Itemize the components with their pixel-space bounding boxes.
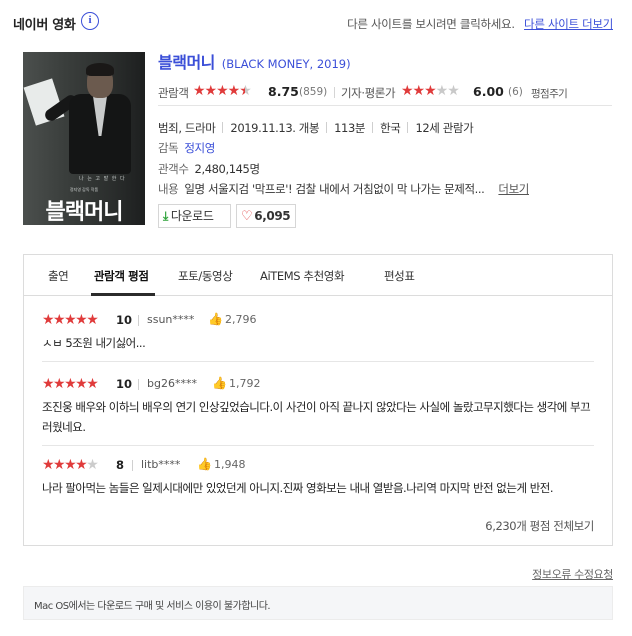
tab-cast[interactable]: 출연 bbox=[48, 268, 69, 284]
separator bbox=[326, 122, 328, 133]
separator bbox=[138, 315, 139, 326]
audience-rating-label: 관람객 bbox=[158, 86, 189, 100]
audience-count: (859) bbox=[299, 86, 328, 98]
review-text: 나라 팔아먹는 놈들은 일제시대에만 있었던게 아니지.진짜 영화보는 내내 열… bbox=[42, 481, 554, 495]
audience-stars: ★★★★★ bbox=[193, 83, 252, 99]
runtime: 113분 bbox=[334, 121, 366, 135]
review-header: ★★★★★ 8 litb**** 👍 1,948 bbox=[42, 457, 594, 474]
review-item: ★★★★★ 10 ssun**** 👍 2,796 ㅅㅂ 5조원 내기싫어... bbox=[42, 312, 594, 353]
review-likes: 2,796 bbox=[225, 313, 257, 326]
review-user: litb**** bbox=[141, 458, 181, 471]
review-score: 8 bbox=[116, 458, 125, 472]
rating-separator bbox=[334, 87, 335, 98]
top-bar: 네이버 영화 i 다른 사이트를 보시려면 클릭하세요. 다른 사이트 더보기 bbox=[13, 12, 613, 34]
separator bbox=[222, 122, 224, 133]
attendance-row: 관객수 2,480,145명 bbox=[158, 161, 260, 177]
poster-label: 정지영 감독 작품 bbox=[69, 187, 99, 192]
other-site-prompt: 다른 사이트를 보시려면 클릭하세요. 다른 사이트 더보기 bbox=[347, 16, 613, 32]
movie-title-row: 블랙머니 (BLACK MONEY, 2019) bbox=[158, 49, 351, 73]
critic-score: 6.00 bbox=[473, 84, 504, 99]
movie-subtitle: (BLACK MONEY, 2019) bbox=[221, 57, 351, 71]
review-panel: 출연 관람객 평점 포토/동영상 AiTEMS 추천영화 편성표 ★★★★★ 1… bbox=[23, 254, 613, 546]
separator bbox=[138, 379, 139, 390]
poster-hair bbox=[86, 63, 114, 76]
tab-audience-reviews[interactable]: 관람객 평점 bbox=[94, 268, 149, 284]
thumbs-up-icon[interactable]: 👍 bbox=[208, 312, 223, 326]
notice-bar: Mac OS에서는 다운로드 구매 및 서비스 이용이 불가합니다. bbox=[23, 586, 613, 620]
info-icon[interactable]: i bbox=[81, 12, 99, 30]
brand-title[interactable]: 네이버 영화 bbox=[13, 14, 76, 33]
poster-tagline: 나 는 고 발 한 다 bbox=[79, 176, 126, 182]
attendance-label: 관객수 bbox=[158, 162, 189, 176]
movie-title[interactable]: 블랙머니 bbox=[158, 53, 215, 72]
audience-score: 8.75 bbox=[268, 84, 299, 99]
genre[interactable]: 범죄, 드라마 bbox=[158, 121, 216, 135]
tab-bar: 출연 관람객 평점 포토/동영상 AiTEMS 추천영화 편성표 bbox=[24, 255, 612, 296]
review-likes: 1,792 bbox=[229, 377, 261, 390]
director-row: 감독 정지영 bbox=[158, 140, 215, 156]
director-label: 감독 bbox=[158, 141, 179, 155]
separator bbox=[132, 460, 133, 471]
review-item: ★★★★★ 10 bg26**** 👍 1,792 조진웅 배우와 이하늬 배우… bbox=[42, 376, 594, 437]
country[interactable]: 한국 bbox=[380, 121, 401, 135]
movie-poster[interactable]: 나 는 고 발 한 다 정지영 감독 작품 블랙머니 bbox=[23, 52, 145, 225]
review-header: ★★★★★ 10 ssun**** 👍 2,796 bbox=[42, 312, 594, 329]
like-button[interactable]: ♡ 6,095 bbox=[236, 204, 296, 228]
movie-info-row: 범죄, 드라마 2019.11.13. 개봉 113분 한국 12세 관람가 bbox=[158, 120, 474, 136]
review-divider bbox=[42, 445, 594, 446]
tab-aitems[interactable]: AiTEMS 추천영화 bbox=[260, 268, 345, 284]
tab-photo-video[interactable]: 포토/동영상 bbox=[178, 268, 233, 284]
download-label: 다운로드 bbox=[170, 209, 214, 223]
review-stars: ★★★★★ bbox=[42, 457, 99, 473]
download-icon: ⤓ bbox=[163, 209, 168, 223]
all-reviews-link[interactable]: 6,230개 평점 전체보기 bbox=[485, 518, 594, 534]
heart-icon: ♡ bbox=[241, 209, 253, 224]
review-text: ㅅㅂ 5조원 내기싫어... bbox=[42, 336, 146, 350]
synopsis-more-link[interactable]: 더보기 bbox=[498, 182, 529, 196]
rating-divider bbox=[158, 105, 612, 106]
review-header: ★★★★★ 10 bg26**** 👍 1,792 bbox=[42, 376, 594, 393]
tab-schedule[interactable]: 편성표 bbox=[384, 268, 415, 284]
active-tab-indicator bbox=[91, 293, 155, 296]
separator bbox=[407, 122, 409, 133]
review-score: 10 bbox=[116, 313, 133, 327]
critic-rating-label: 기자·평론가 bbox=[341, 86, 396, 100]
age-rating: 12세 관람가 bbox=[415, 121, 474, 135]
thumbs-up-icon[interactable]: 👍 bbox=[197, 457, 212, 471]
review-text: 조진웅 배우와 이하늬 배우의 연기 인상깊었습니다.이 사건이 아직 끝나지 … bbox=[42, 400, 591, 434]
review-item: ★★★★★ 8 litb**** 👍 1,948 나라 팔아먹는 놈들은 일제시… bbox=[42, 457, 594, 498]
thumbs-up-icon[interactable]: 👍 bbox=[212, 376, 227, 390]
synopsis-row: 내용 일명 서울지검 '막프로'! 검찰 내에서 거침없이 막 나가는 문제적..… bbox=[158, 181, 529, 197]
synopsis-label: 내용 bbox=[158, 182, 179, 196]
review-stars: ★★★★★ bbox=[42, 376, 99, 392]
review-user: ssun**** bbox=[147, 313, 195, 326]
review-score: 10 bbox=[116, 377, 133, 391]
poster-title: 블랙머니 bbox=[45, 200, 124, 225]
synopsis-text: 일명 서울지검 '막프로'! 검찰 내에서 거침없이 막 나가는 문제적... bbox=[184, 182, 485, 196]
director-link[interactable]: 정지영 bbox=[184, 141, 215, 155]
critic-stars: ★★★★★ bbox=[401, 83, 460, 99]
review-divider bbox=[42, 361, 594, 362]
like-count: 6,095 bbox=[254, 209, 291, 223]
review-stars: ★★★★★ bbox=[42, 312, 99, 328]
separator bbox=[372, 122, 374, 133]
review-user: bg26**** bbox=[147, 377, 197, 390]
critic-count: (6) bbox=[508, 86, 523, 98]
attendance-value: 2,480,145명 bbox=[194, 162, 261, 176]
other-site-text: 다른 사이트를 보시려면 클릭하세요. bbox=[347, 17, 515, 31]
other-site-link[interactable]: 다른 사이트 더보기 bbox=[524, 17, 613, 31]
rate-movie-link[interactable]: 평점주기 bbox=[531, 86, 568, 101]
rating-row: 관람객 ★★★★★ 8.75 (859) 기자·평론가 ★★★★★ 6.00 (… bbox=[158, 82, 612, 102]
download-button[interactable]: ⤓ 다운로드 bbox=[158, 204, 231, 228]
error-report-link[interactable]: 정보오류 수정요청 bbox=[532, 566, 613, 582]
review-likes: 1,948 bbox=[214, 458, 246, 471]
release-date[interactable]: 2019.11.13. 개봉 bbox=[230, 121, 319, 135]
